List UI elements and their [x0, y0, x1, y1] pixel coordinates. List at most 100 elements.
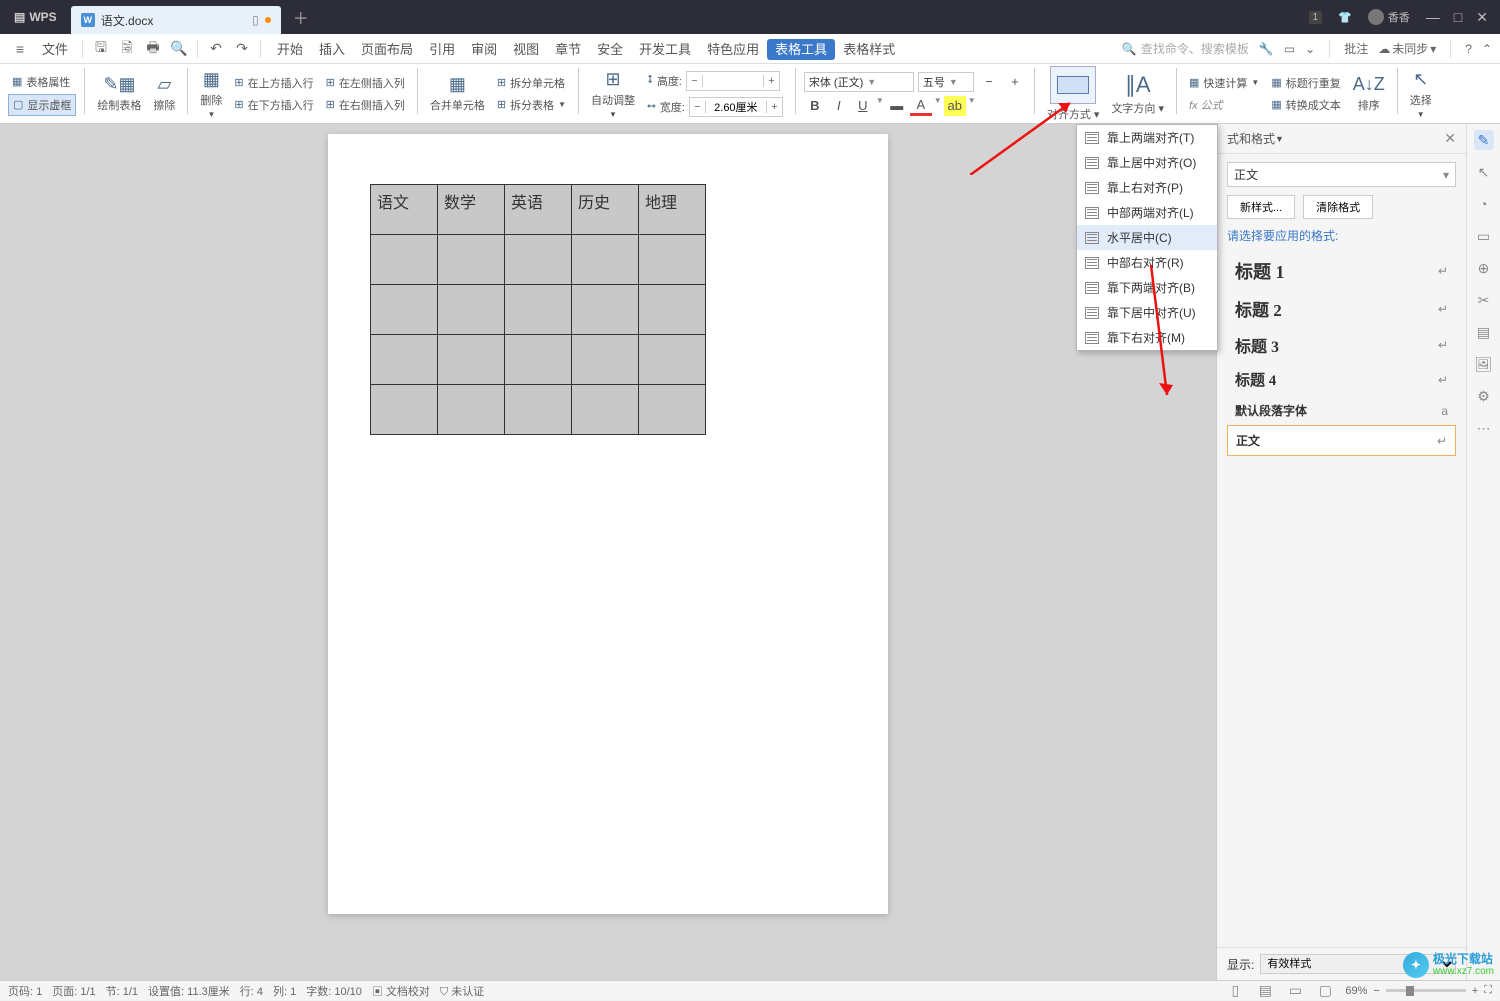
view-web-icon[interactable]: ▭: [1285, 981, 1305, 1001]
sb-props-icon[interactable]: ▤: [1474, 322, 1494, 342]
style-item-h4[interactable]: 标题 4↵: [1227, 363, 1456, 396]
save-as-icon[interactable]: 🗟: [115, 37, 139, 61]
tab-menu-icon[interactable]: ▯: [252, 13, 259, 27]
align-option[interactable]: 靠下两端对齐(B): [1077, 275, 1217, 300]
current-style-select[interactable]: 正文▾: [1227, 162, 1456, 187]
style-item-h1[interactable]: 标题 1↵: [1227, 252, 1456, 290]
table-cell[interactable]: [438, 335, 505, 385]
table-props-button[interactable]: ▦表格属性: [8, 72, 76, 92]
notif-badge[interactable]: 1: [1309, 11, 1323, 24]
table-cell[interactable]: [505, 385, 572, 435]
table-cell[interactable]: 数学: [438, 185, 505, 235]
save-icon[interactable]: 🖫: [89, 37, 113, 61]
width-spinner[interactable]: −+: [689, 97, 783, 117]
table-cell[interactable]: [371, 385, 438, 435]
align-option[interactable]: 水平居中(C): [1077, 225, 1217, 250]
table-cell[interactable]: [438, 385, 505, 435]
menu-安全[interactable]: 安全: [589, 39, 631, 60]
formula-button[interactable]: fx 公式: [1185, 95, 1263, 115]
font-select[interactable]: 宋体 (正文)▼: [804, 72, 914, 92]
italic-button[interactable]: I: [828, 96, 850, 116]
zoom-control[interactable]: 69% − + ⛶: [1345, 984, 1492, 997]
undo-icon[interactable]: ↶: [204, 37, 228, 61]
height-spinner[interactable]: −+: [686, 71, 780, 91]
table-cell[interactable]: [505, 235, 572, 285]
align-option[interactable]: 靠下右对齐(M): [1077, 325, 1217, 350]
table-cell[interactable]: [639, 285, 706, 335]
align-option[interactable]: 靠上右对齐(P): [1077, 175, 1217, 200]
minimize-button[interactable]: —: [1426, 9, 1440, 25]
sync-status[interactable]: ☁未同步▾: [1378, 40, 1436, 57]
decrease-size-icon[interactable]: −: [978, 72, 1000, 92]
table-cell[interactable]: [639, 385, 706, 435]
hamburger-icon[interactable]: ≡: [8, 37, 32, 61]
font-color-button[interactable]: A: [910, 96, 932, 116]
table-cell[interactable]: [639, 235, 706, 285]
menu-特色应用[interactable]: 特色应用: [699, 39, 767, 60]
erase-button[interactable]: ▱擦除: [149, 72, 179, 115]
notes-button[interactable]: 批注: [1344, 40, 1368, 57]
table-cell[interactable]: [505, 285, 572, 335]
align-button[interactable]: 对齐方式 ▾: [1043, 64, 1104, 124]
maximize-button[interactable]: □: [1454, 9, 1462, 25]
sb-layers-icon[interactable]: ▭: [1474, 226, 1494, 246]
sb-shape-icon[interactable]: ◔: [1474, 194, 1494, 214]
table-cell[interactable]: [572, 285, 639, 335]
sb-select-icon[interactable]: ↖: [1474, 162, 1494, 182]
menu-视图[interactable]: 视图: [505, 39, 547, 60]
status-proof[interactable]: ▣ 文档校对: [372, 983, 430, 999]
autofit-button[interactable]: ⊞自动调整▼: [587, 67, 639, 121]
to-text-button[interactable]: ▦转换成文本: [1267, 95, 1344, 115]
apparel-icon[interactable]: 👕: [1338, 11, 1352, 24]
menu-审阅[interactable]: 审阅: [463, 39, 505, 60]
document-table[interactable]: 语文数学英语历史地理: [370, 184, 706, 435]
caret-down-icon[interactable]: ⌄: [1305, 42, 1315, 56]
header-repeat-button[interactable]: ▦标题行重复: [1267, 73, 1344, 93]
document-canvas[interactable]: 语文数学英语历史地理: [0, 124, 1216, 980]
insert-col-left-button[interactable]: ⊞在左侧插入列: [322, 73, 409, 93]
align-option[interactable]: 中部右对齐(R): [1077, 250, 1217, 275]
status-page[interactable]: 页面: 1/1: [52, 983, 95, 999]
sb-more-icon[interactable]: ⋯: [1474, 418, 1494, 438]
sort-button[interactable]: A↓Z排序: [1349, 72, 1389, 115]
split-table-button[interactable]: ⊞拆分表格▼: [493, 95, 570, 115]
help-icon[interactable]: ?: [1465, 42, 1472, 56]
table-cell[interactable]: [572, 335, 639, 385]
increase-size-icon[interactable]: +: [1004, 72, 1026, 92]
bold-button[interactable]: B: [804, 96, 826, 116]
style-item-def[interactable]: 默认段落字体a: [1227, 396, 1456, 425]
sb-clip-icon[interactable]: ✂: [1474, 290, 1494, 310]
size-select[interactable]: 五号▼: [918, 72, 974, 92]
menu-插入[interactable]: 插入: [311, 39, 353, 60]
table-cell[interactable]: [371, 335, 438, 385]
style-item-body[interactable]: 正文↵: [1227, 425, 1456, 456]
new-style-button[interactable]: 新样式...: [1227, 195, 1295, 219]
menu-引用[interactable]: 引用: [421, 39, 463, 60]
view-read-icon[interactable]: ▢: [1315, 981, 1335, 1001]
print-icon[interactable]: 🖶: [141, 37, 165, 61]
quick-calc-button[interactable]: ▦快速计算▼: [1185, 73, 1263, 93]
strike-button[interactable]: ▬: [886, 96, 908, 116]
insert-row-above-button[interactable]: ⊞在上方插入行: [230, 73, 317, 93]
redo-icon[interactable]: ↷: [230, 37, 254, 61]
status-section[interactable]: 节: 1/1: [106, 983, 138, 999]
table-cell[interactable]: [438, 235, 505, 285]
delete-button[interactable]: ▦删除▼: [196, 67, 226, 121]
menu-章节[interactable]: 章节: [547, 39, 589, 60]
table-cell[interactable]: [371, 285, 438, 335]
table-cell[interactable]: [371, 235, 438, 285]
sb-styles-icon[interactable]: ✎: [1474, 130, 1494, 150]
align-option[interactable]: 靠上两端对齐(T): [1077, 125, 1217, 150]
insert-col-right-button[interactable]: ⊞在右侧插入列: [322, 95, 409, 115]
table-cell[interactable]: [639, 335, 706, 385]
table-cell[interactable]: [505, 335, 572, 385]
status-words[interactable]: 字数: 10/10: [306, 983, 362, 999]
align-option[interactable]: 中部两端对齐(L): [1077, 200, 1217, 225]
sb-link-icon[interactable]: ⊕: [1474, 258, 1494, 278]
menu-表格工具[interactable]: 表格工具: [767, 39, 835, 60]
file-menu[interactable]: 文件: [34, 36, 76, 61]
table-cell[interactable]: 英语: [505, 185, 572, 235]
table-cell[interactable]: [572, 235, 639, 285]
collapse-ribbon-icon[interactable]: ⌃: [1482, 42, 1492, 56]
show-frame-button[interactable]: ▢显示虚框: [8, 94, 76, 116]
